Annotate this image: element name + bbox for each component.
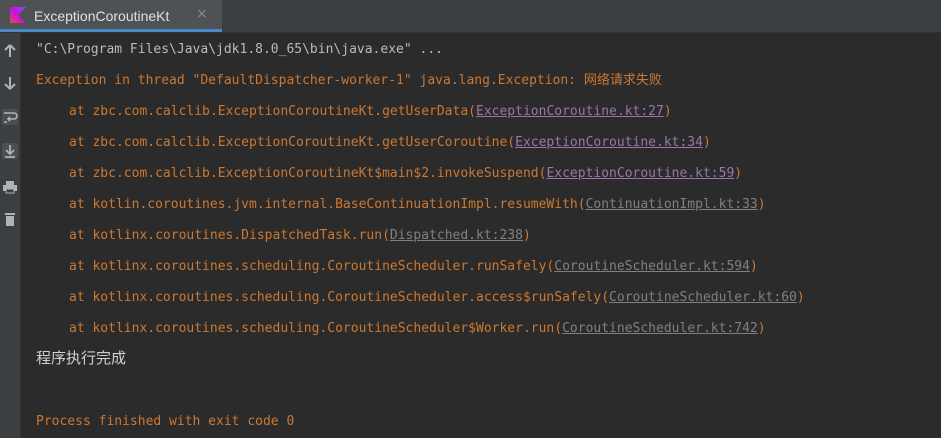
trash-icon[interactable] <box>2 211 18 227</box>
tab-bar: ExceptionCoroutineKt × <box>0 0 941 33</box>
stack-trace-line: at zbc.com.calclib.ExceptionCoroutineKt$… <box>69 166 742 182</box>
stack-trace-line: at kotlinx.coroutines.DispatchedTask.run… <box>69 228 531 244</box>
stack-frame-text: at kotlin.coroutines.jvm.internal.BaseCo… <box>69 197 586 212</box>
stack-frame-close-paren: ) <box>663 104 672 119</box>
exception-line: Exception in thread "DefaultDispatcher-w… <box>36 73 662 89</box>
source-link[interactable]: ExceptionCoroutine.kt:59 <box>546 166 734 181</box>
stack-frame-close-paren: ) <box>757 321 766 336</box>
arrow-down-icon[interactable] <box>2 75 18 91</box>
completion-message: 程序执行完成 <box>36 349 127 367</box>
stack-trace-line: at kotlin.coroutines.jvm.internal.BaseCo… <box>69 197 766 213</box>
stack-frame-text: at kotlinx.coroutines.DispatchedTask.run… <box>69 228 390 243</box>
source-link[interactable]: CoroutineScheduler.kt:742 <box>562 321 758 336</box>
stack-frame-close-paren: ) <box>796 290 805 305</box>
stack-frame-close-paren: ) <box>702 135 711 150</box>
stack-frame-close-paren: ) <box>734 166 743 181</box>
kotlin-icon <box>10 7 26 23</box>
arrow-up-icon[interactable] <box>2 43 18 59</box>
stack-frame-close-paren: ) <box>757 197 766 212</box>
source-link[interactable]: ContinuationImpl.kt:33 <box>586 197 758 212</box>
stack-trace-line: at zbc.com.calclib.ExceptionCoroutineKt.… <box>69 135 711 151</box>
stack-frame-text: at zbc.com.calclib.ExceptionCoroutineKt.… <box>69 135 516 150</box>
close-icon[interactable]: × <box>196 6 208 22</box>
source-link[interactable]: CoroutineScheduler.kt:60 <box>609 290 797 305</box>
stack-frame-close-paren: ) <box>749 259 758 274</box>
console-output[interactable]: "C:\Program Files\Java\jdk1.8.0_65\bin\j… <box>21 33 941 438</box>
stack-frame-text: at zbc.com.calclib.ExceptionCoroutineKt$… <box>69 166 547 181</box>
stack-trace-line: at kotlinx.coroutines.scheduling.Corouti… <box>69 290 805 306</box>
stack-frame-text: at kotlinx.coroutines.scheduling.Corouti… <box>69 290 610 305</box>
print-icon[interactable] <box>2 179 18 195</box>
soft-wrap-icon[interactable] <box>2 109 18 125</box>
stack-frame-text: at kotlinx.coroutines.scheduling.Corouti… <box>69 259 555 274</box>
command-line: "C:\Program Files\Java\jdk1.8.0_65\bin\j… <box>36 42 443 57</box>
exit-message: Process finished with exit code 0 <box>36 414 295 429</box>
stack-frame-text: at kotlinx.coroutines.scheduling.Corouti… <box>69 321 563 336</box>
scroll-to-end-icon[interactable] <box>2 143 18 159</box>
stack-trace-line: at zbc.com.calclib.ExceptionCoroutineKt.… <box>69 104 672 120</box>
source-link[interactable]: CoroutineScheduler.kt:594 <box>554 259 750 274</box>
stack-frame-close-paren: ) <box>522 228 531 243</box>
exception-text: Exception in thread "DefaultDispatcher-w… <box>36 73 584 88</box>
console-toolbar <box>0 33 21 438</box>
source-link[interactable]: ExceptionCoroutine.kt:34 <box>515 135 703 150</box>
exception-message: 网络请求失败 <box>583 73 662 88</box>
stack-trace-line: at kotlinx.coroutines.scheduling.Corouti… <box>69 321 766 337</box>
tab-exception-coroutine[interactable]: ExceptionCoroutineKt × <box>0 0 222 32</box>
source-link[interactable]: ExceptionCoroutine.kt:27 <box>476 104 664 119</box>
tab-label: ExceptionCoroutineKt <box>34 8 170 24</box>
stack-trace-line: at kotlinx.coroutines.scheduling.Corouti… <box>69 259 758 275</box>
stack-frame-text: at zbc.com.calclib.ExceptionCoroutineKt.… <box>69 104 476 119</box>
source-link[interactable]: Dispatched.kt:238 <box>390 228 523 243</box>
